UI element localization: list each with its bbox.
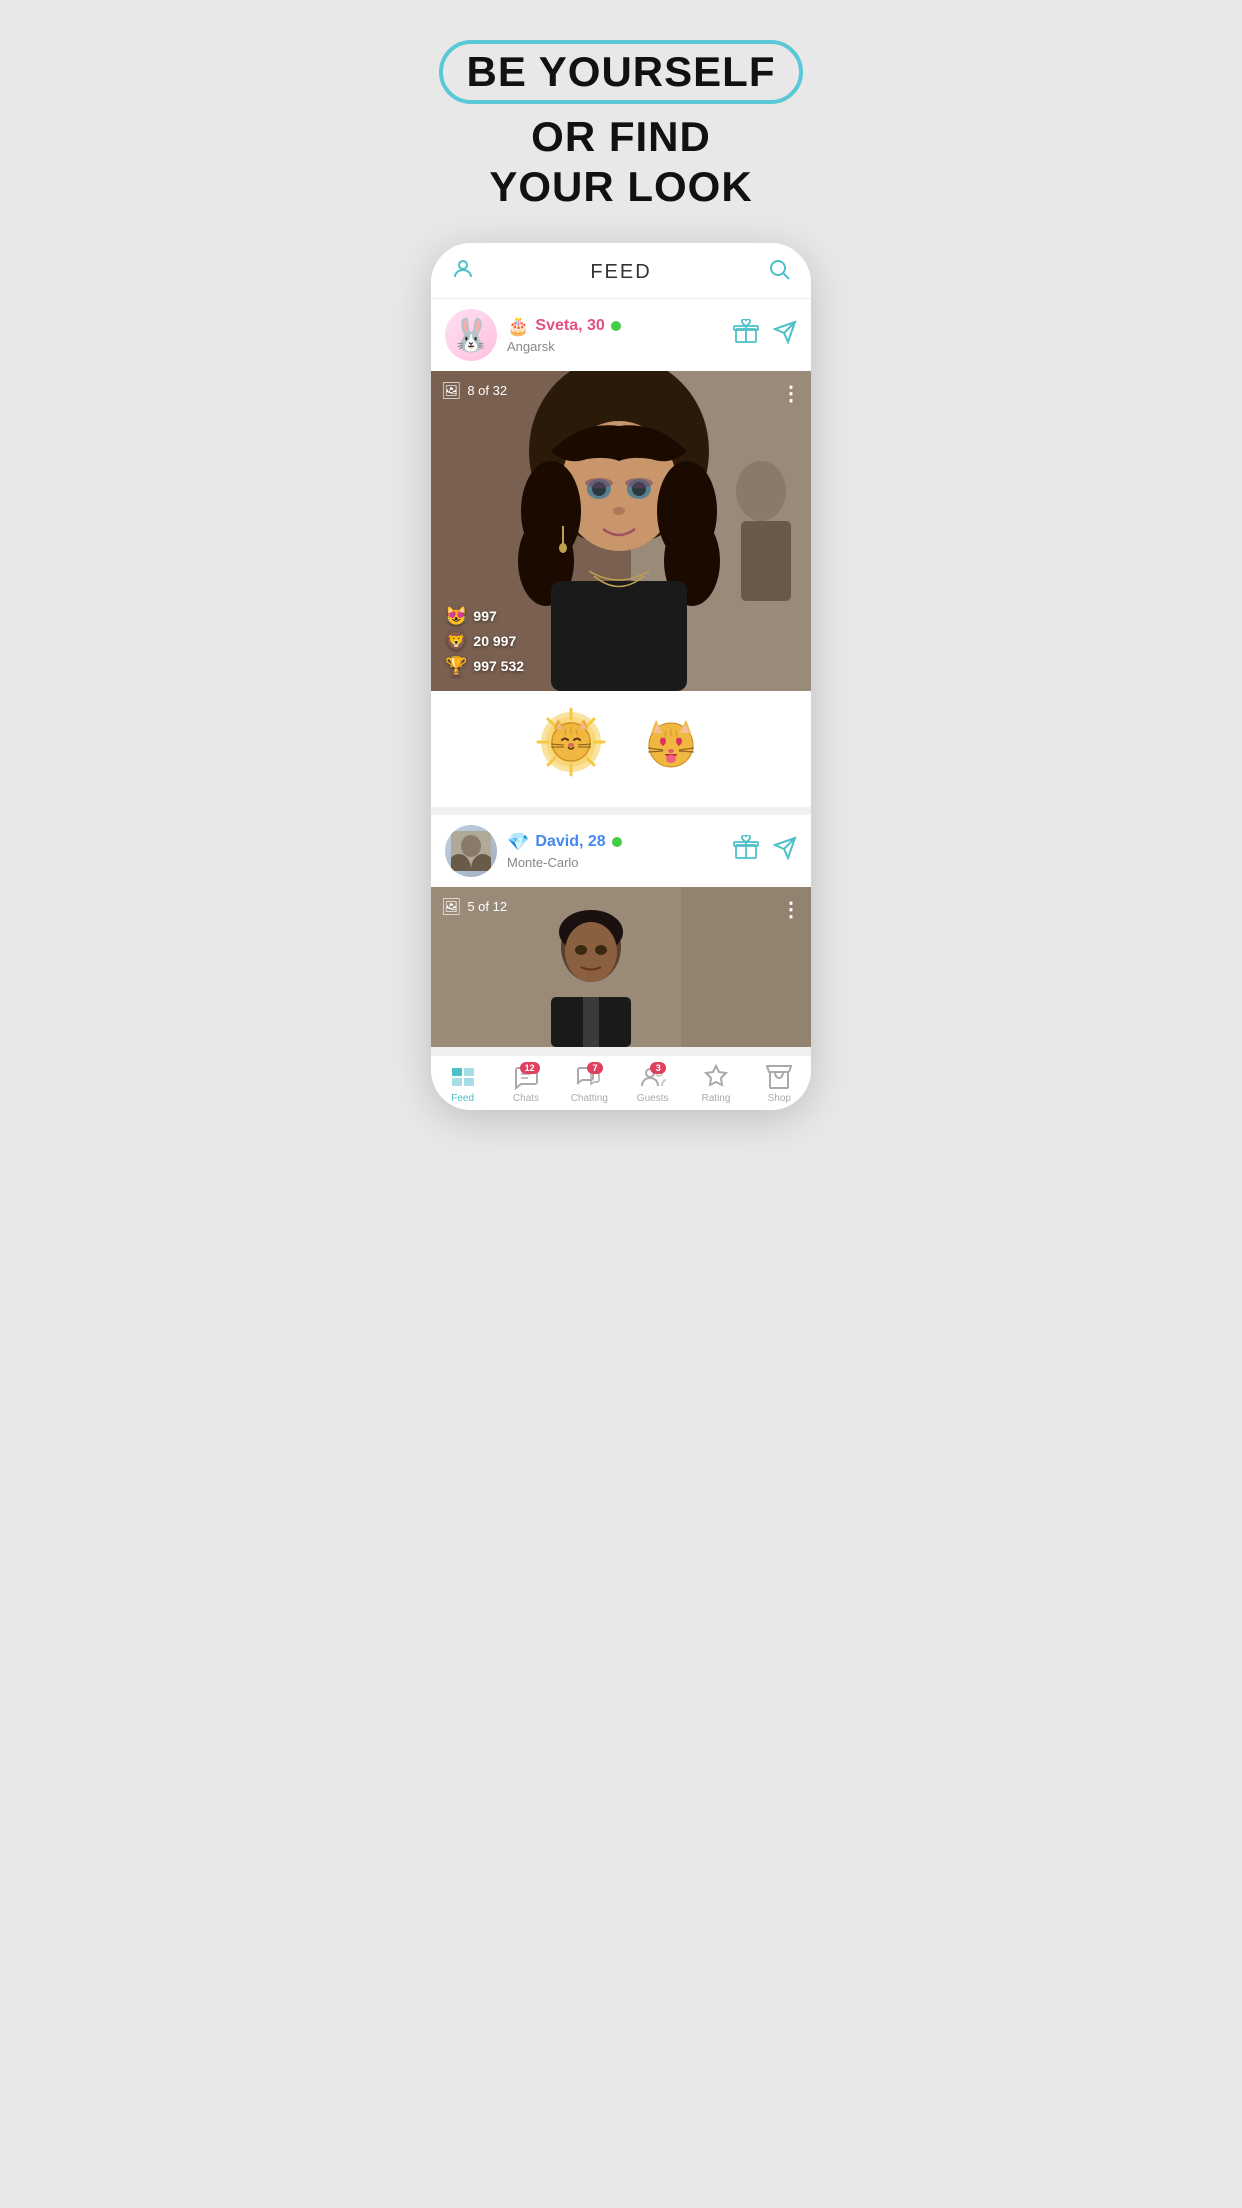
photo-menu-david[interactable]: ⋮: [781, 897, 801, 922]
card-actions-sveta: [733, 319, 797, 350]
gift-button-david[interactable]: [733, 835, 759, 866]
user-row-david: 💎 David, 28 Monte-Carlo: [431, 815, 811, 887]
user-badge-david: 💎: [507, 832, 529, 853]
rating-icon: [703, 1064, 729, 1090]
photo-area-david[interactable]: 🖼 5 of 12 ⋮: [431, 887, 811, 1047]
nav-feed[interactable]: Feed: [431, 1064, 494, 1104]
promo-section: BE YOURSELF OR FIND YOUR LOOK: [381, 20, 861, 243]
nav-chats-label: Chats: [513, 1093, 539, 1104]
card-actions-david: [733, 835, 797, 866]
user-info-sveta: 🎂 Sveta, 30 Angarsk: [507, 316, 733, 354]
chatting-badge: 7: [587, 1062, 603, 1074]
gift-button-sveta[interactable]: [733, 319, 759, 350]
user-badge-sveta: 🎂: [507, 316, 529, 337]
search-icon[interactable]: [767, 257, 791, 288]
stats-row-sveta: 😻 997 🦁 20 997 🏆 997 532: [445, 606, 524, 677]
bottom-nav: Feed 12 Chats 7 Chatting 3: [431, 1055, 811, 1110]
sticker-love-cat[interactable]: [636, 707, 706, 791]
photo-area-sveta[interactable]: 🖼 8 of 32 ⋮ 😻 997 🦁 20 997 🏆 997: [431, 371, 811, 691]
chats-badge: 12: [520, 1062, 540, 1074]
guests-badge: 3: [650, 1062, 666, 1074]
user-location-sveta: Angarsk: [507, 339, 733, 354]
feed-card-david: 💎 David, 28 Monte-Carlo: [431, 815, 811, 1055]
feed-title: FEED: [590, 261, 651, 284]
photo-counter-sveta: 🖼 8 of 32: [441, 381, 507, 401]
nav-rating-label: Rating: [702, 1093, 731, 1104]
avatar-sveta[interactable]: 🐰: [445, 309, 497, 361]
promo-line2: OR FIND YOUR LOOK: [401, 112, 841, 213]
user-row-sveta: 🐰 🎂 Sveta, 30 Angarsk: [431, 299, 811, 371]
stat-cat: 🦁 20 997: [445, 631, 524, 652]
nav-rating[interactable]: Rating: [684, 1064, 747, 1104]
sticker-sun-cat[interactable]: [536, 707, 606, 791]
photo-counter-david: 🖼 5 of 12: [441, 897, 507, 917]
nav-guests-label: Guests: [637, 1093, 669, 1104]
stat-hearts: 😻 997: [445, 606, 524, 627]
send-button-david[interactable]: [773, 836, 797, 865]
profile-icon[interactable]: [451, 257, 475, 288]
nav-shop[interactable]: Shop: [748, 1064, 811, 1104]
nav-feed-label: Feed: [451, 1093, 474, 1104]
feed-icon: [450, 1064, 476, 1090]
phone-frame: FEED 🐰 🎂 Sveta, 30 Angarsk: [431, 243, 811, 1110]
user-name-david[interactable]: David, 28: [535, 833, 605, 851]
nav-guests[interactable]: 3 Guests: [621, 1064, 684, 1104]
promo-line1: BE YOURSELF: [439, 40, 804, 104]
user-location-david: Monte-Carlo: [507, 855, 733, 870]
photo-counter-icon: 🖼: [441, 381, 461, 401]
avatar-david[interactable]: [445, 825, 497, 877]
stat-trophy: 🏆 997 532: [445, 656, 524, 677]
shop-icon: [766, 1064, 792, 1090]
app-header: FEED: [431, 243, 811, 299]
feed-card-sveta: 🐰 🎂 Sveta, 30 Angarsk: [431, 299, 811, 815]
user-info-david: 💎 David, 28 Monte-Carlo: [507, 832, 733, 870]
send-button-sveta[interactable]: [773, 320, 797, 349]
nav-shop-label: Shop: [768, 1093, 791, 1104]
user-name-sveta[interactable]: Sveta, 30: [535, 317, 604, 335]
online-indicator-david: [612, 837, 622, 847]
sticker-row-sveta: [431, 691, 811, 807]
nav-chats[interactable]: 12 Chats: [494, 1064, 557, 1104]
nav-chatting-label: Chatting: [571, 1093, 608, 1104]
photo-menu-sveta[interactable]: ⋮: [781, 381, 801, 406]
online-indicator-sveta: [611, 321, 621, 331]
nav-chatting[interactable]: 7 Chatting: [558, 1064, 621, 1104]
